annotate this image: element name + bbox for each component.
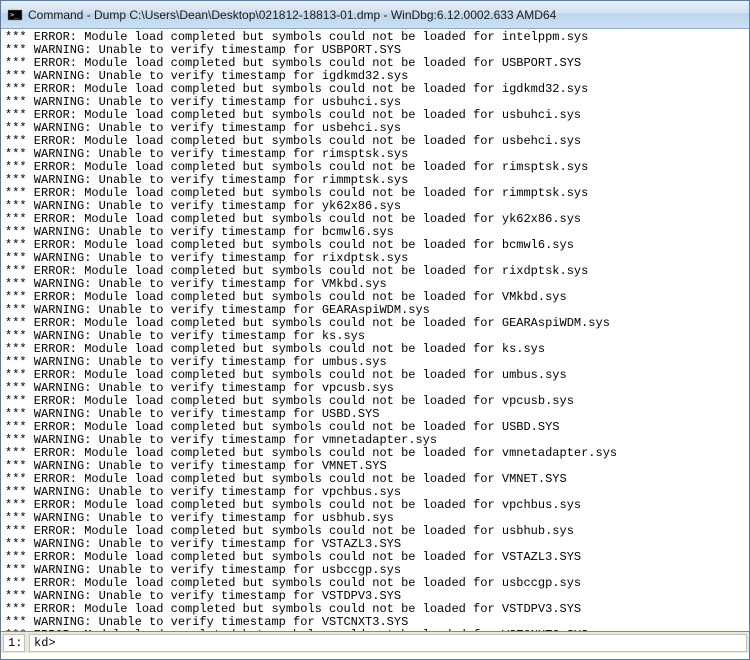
svg-text:>_: >_ bbox=[10, 11, 19, 19]
console-output[interactable]: *** ERROR: Module load completed but sym… bbox=[1, 29, 749, 631]
status-column: 1: bbox=[3, 634, 25, 652]
window-title: Command - Dump C:\Users\Dean\Desktop\021… bbox=[28, 8, 556, 22]
window-titlebar[interactable]: >_ Command - Dump C:\Users\Dean\Desktop\… bbox=[1, 1, 749, 29]
status-bar: 1: kd> bbox=[1, 631, 749, 653]
app-icon: >_ bbox=[7, 7, 23, 23]
command-prompt[interactable]: kd> bbox=[29, 634, 747, 652]
